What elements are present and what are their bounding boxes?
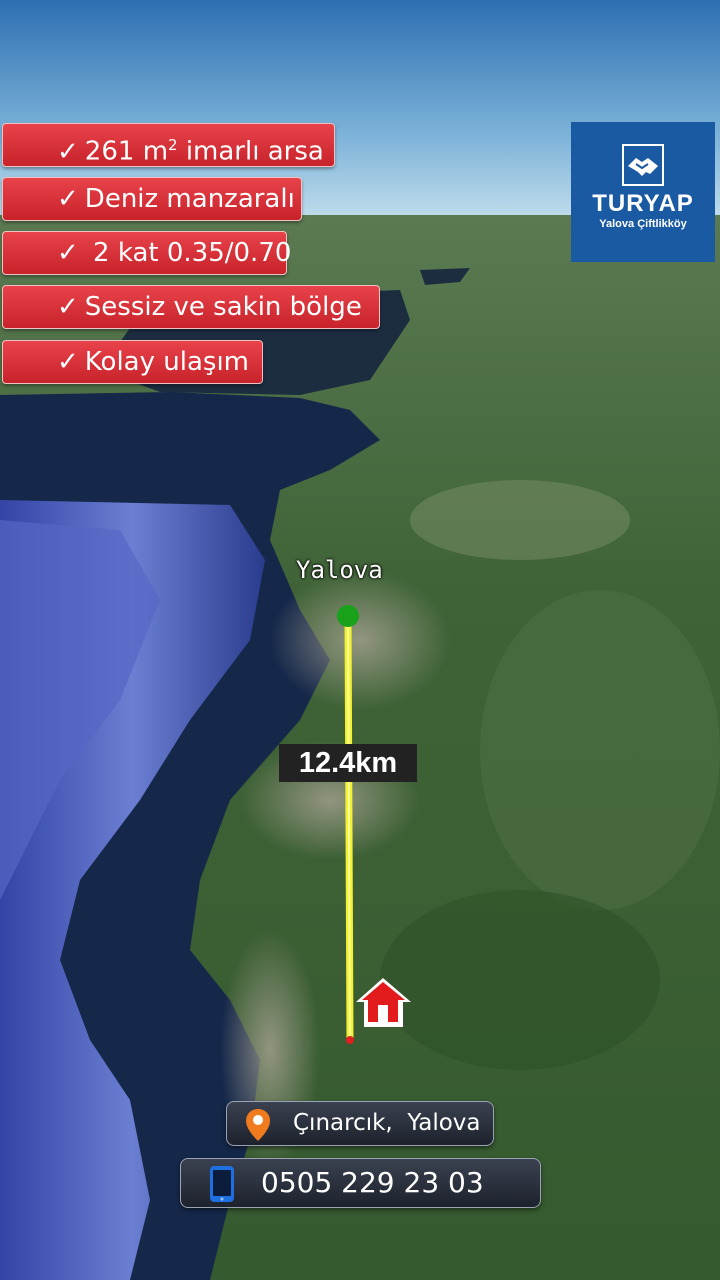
check-icon: ✓ <box>57 292 79 322</box>
phone-icon <box>210 1166 234 1202</box>
check-icon: ✓ <box>57 238 79 268</box>
map-pin-icon <box>246 1109 270 1141</box>
handshake-icon <box>622 144 664 186</box>
destination-marker[interactable] <box>346 1036 354 1044</box>
logo-brand: TURYAP <box>592 190 694 217</box>
check-icon: ✓ <box>57 136 79 167</box>
feature-badge-easy-access: ✓ Kolay ulaşım <box>2 340 263 384</box>
distance-label: 12.4km <box>279 744 417 782</box>
feature-badge-quiet-area: ✓ Sessiz ve sakin bölge <box>2 285 380 329</box>
phone-pill[interactable]: 0505 229 23 03 <box>180 1158 541 1208</box>
origin-marker[interactable] <box>337 605 359 627</box>
phone-number[interactable]: 0505 229 23 03 <box>261 1159 484 1207</box>
turyap-logo: TURYAP Yalova Çiftlikköy <box>571 122 715 262</box>
location-text: Çınarcık, Yalova <box>293 1110 481 1136</box>
location-pill[interactable]: Çınarcık, Yalova <box>226 1101 494 1146</box>
origin-label: Yalova <box>296 556 383 584</box>
feature-badge-floors: ✓ 2 kat 0.35/0.70 <box>2 231 291 275</box>
logo-branch: Yalova Çiftlikköy <box>599 218 687 230</box>
feature-badge-sea-view: ✓ Deniz manzaralı <box>2 177 302 221</box>
check-icon: ✓ <box>57 184 79 214</box>
feature-badge-plot-size: ✓ 261 m2 imarlı arsa <box>2 123 335 167</box>
check-icon: ✓ <box>57 347 79 377</box>
